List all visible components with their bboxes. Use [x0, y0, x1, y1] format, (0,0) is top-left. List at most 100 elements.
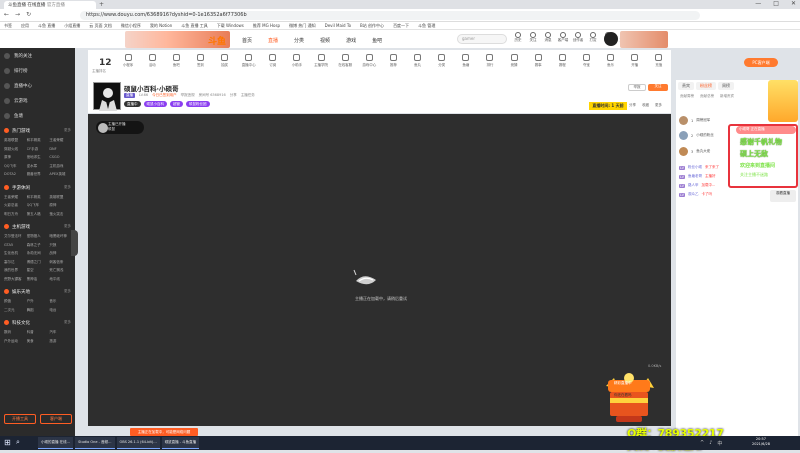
header-icon-item[interactable]: 消息 — [544, 32, 552, 43]
subtab-week[interactable]: 贡献周榜 — [680, 94, 694, 99]
sidebar-link[interactable]: 萤火突击 — [49, 212, 72, 217]
sidebar-link[interactable]: 主机游戏 — [49, 164, 72, 169]
sidebar-link[interactable]: 绝地求生 — [27, 155, 50, 160]
share-button[interactable]: 分享 — [629, 103, 636, 108]
bookmark-item[interactable]: 小组直播 — [64, 23, 80, 28]
category-item[interactable]: 小助手 — [285, 54, 309, 76]
pc-client-button[interactable]: PC客户端 — [744, 58, 778, 67]
bookmark-item[interactable]: 书签 — [4, 23, 12, 28]
nav-item[interactable]: 首页 — [242, 37, 252, 44]
header-icon-item[interactable]: 历史 — [514, 32, 522, 43]
sidebar-section-more[interactable]: 更多 — [64, 224, 71, 229]
sidebar-link[interactable]: 英雄联盟 — [49, 195, 72, 200]
sidebar-link[interactable]: 原神 — [49, 203, 72, 208]
taskbar-search-icon[interactable]: ⌕ — [16, 438, 20, 447]
sidebar-link[interactable]: 博德之门 — [27, 260, 50, 265]
sidebar-top-item[interactable]: 排行榜 — [4, 68, 28, 74]
category-item[interactable]: 抽奖 — [213, 54, 237, 76]
sidebar-link[interactable]: 二次元 — [4, 308, 27, 313]
sidebar-link[interactable]: 数码 — [4, 330, 27, 335]
category-item[interactable]: 鱼丸 — [406, 54, 430, 76]
tab-vip[interactable]: 贵宾 — [678, 82, 694, 90]
bookmark-item[interactable]: 应用 — [21, 23, 29, 28]
bookmark-item[interactable]: 百度一下 — [393, 23, 409, 28]
sidebar-link[interactable]: 森林之子 — [27, 243, 50, 248]
user-avatar[interactable] — [604, 32, 618, 46]
sidebar-link[interactable]: 地平线 — [49, 277, 72, 282]
category-item[interactable]: 开播 — [623, 54, 647, 76]
sidebar-link[interactable]: APEX英雄 — [49, 172, 72, 177]
minimize-button[interactable]: — — [755, 0, 761, 7]
sidebar-link[interactable]: 美食 — [27, 339, 50, 344]
sidebar-link[interactable]: CF手游 — [27, 147, 50, 152]
category-item[interactable]: 签到 — [188, 54, 212, 76]
rank-row[interactable]: 2 小硕的粉丝 — [679, 131, 714, 140]
bookmark-item[interactable]: 微信小程序 — [121, 23, 141, 28]
category-item[interactable]: 鱼塘 — [454, 54, 478, 76]
header-icon-item[interactable]: 打赏 — [589, 32, 597, 43]
tag-admin[interactable]: 超管 — [170, 101, 183, 107]
subtab-newvip[interactable]: 新增贵宾 — [720, 94, 734, 99]
sidebar-link[interactable]: DNF — [49, 147, 72, 152]
sidebar-link[interactable]: 逆水寒 — [27, 164, 50, 169]
sidebar-link[interactable]: 第五人格 — [27, 212, 50, 217]
nav-item[interactable]: 鱼吧 — [372, 37, 382, 44]
sidebar-link[interactable]: 我的世界 — [4, 268, 27, 273]
sidebar-link[interactable]: 王者荣耀 — [49, 138, 72, 143]
taskbar-clock[interactable]: 20:57 2021/6/28 — [752, 437, 770, 447]
sidebar-top-item[interactable]: 我的关注 — [4, 53, 32, 59]
sidebar-link[interactable]: 只狼 — [49, 243, 72, 248]
category-item[interactable]: 鱼乐 — [599, 54, 623, 76]
header-icon-item[interactable]: 客户端 — [558, 32, 568, 43]
search-input[interactable]: gamer — [457, 34, 507, 44]
room-sub-task[interactable]: 主播任务 — [241, 93, 255, 98]
tab-fans[interactable]: 粉丝榜 — [696, 82, 716, 90]
streamer-avatar[interactable] — [93, 82, 121, 111]
sidebar-link[interactable]: 怪物猎人 — [27, 234, 50, 239]
favorite-button[interactable]: 收藏 — [642, 103, 649, 108]
sidebar-link[interactable]: 刺客信条 — [49, 260, 72, 265]
sidebar-link[interactable]: 黑神话 — [27, 277, 50, 282]
sidebar-top-item[interactable]: 直播中心 — [4, 83, 32, 89]
site-logo[interactable]: 斗鱼 — [208, 34, 226, 47]
sidebar-link[interactable]: QQ飞车 — [4, 164, 27, 169]
browser-tab-active[interactable]: 斗鱼直播 在线直播 官方直播 — [4, 1, 96, 9]
sidebar-section-more[interactable]: 更多 — [64, 289, 71, 294]
more-button[interactable]: 更多 — [655, 103, 662, 108]
header-icon-item[interactable]: 创作者 — [573, 32, 583, 43]
nav-item[interactable]: 视频 — [320, 37, 330, 44]
bookmark-item[interactable]: B站 创作中心 — [360, 23, 384, 28]
sidebar-link[interactable]: 汽车 — [49, 330, 72, 335]
start-button[interactable]: ⊞ — [4, 438, 11, 447]
back-button[interactable]: ← — [4, 11, 9, 18]
taskbar-app[interactable]: 硕鼠直播 - 斗鱼直播 — [161, 437, 200, 449]
category-item[interactable]: 充值 — [647, 54, 671, 76]
maximize-button[interactable]: □ — [773, 0, 779, 7]
sidebar-link[interactable]: 户外 — [27, 299, 50, 304]
sidebar-link[interactable]: 颜值 — [4, 299, 27, 304]
sidebar-link[interactable]: 音乐 — [49, 299, 72, 304]
reload-button[interactable]: ↻ — [26, 11, 31, 18]
bookmark-item[interactable]: Devil Maid To — [325, 23, 351, 28]
sidebar-link[interactable]: 荒野大镖客 — [4, 277, 27, 282]
chat-user[interactable]: 路人甲 — [688, 183, 699, 188]
url-input[interactable]: https://www.douyu.com/6368916?dyshid=0-1… — [80, 11, 700, 20]
sidebar-link[interactable]: 王者荣耀 — [4, 195, 27, 200]
sidebar-link[interactable]: 户外运动 — [4, 339, 27, 344]
bookmark-item[interactable]: 斗鱼 管理 — [418, 23, 435, 28]
category-item[interactable]: 游戏中心 — [357, 54, 381, 76]
forward-button[interactable]: → — [15, 11, 20, 18]
rank-row[interactable]: 3 鱼丸大佬 — [679, 147, 710, 156]
sidebar-link[interactable]: 战神 — [49, 251, 72, 256]
tray-expand-icon[interactable]: ^ — [700, 440, 704, 447]
sidebar-link[interactable]: 死亡搁浅 — [49, 268, 72, 273]
category-item[interactable]: 在线客服 — [333, 54, 357, 76]
sidebar-collapse-handle[interactable] — [71, 230, 78, 256]
taskbar-app[interactable]: Studio One - 音频… — [75, 437, 115, 449]
category-item[interactable]: 订阅 — [261, 54, 285, 76]
category-item[interactable]: 鱼吧 — [164, 54, 188, 76]
sidebar-link[interactable]: 魔兽世界 — [27, 172, 50, 177]
nav-item[interactable]: 直播 — [268, 37, 278, 44]
sidebar-link[interactable]: 和平精英 — [27, 195, 50, 200]
sidebar-section-more[interactable]: 更多 — [64, 185, 71, 190]
